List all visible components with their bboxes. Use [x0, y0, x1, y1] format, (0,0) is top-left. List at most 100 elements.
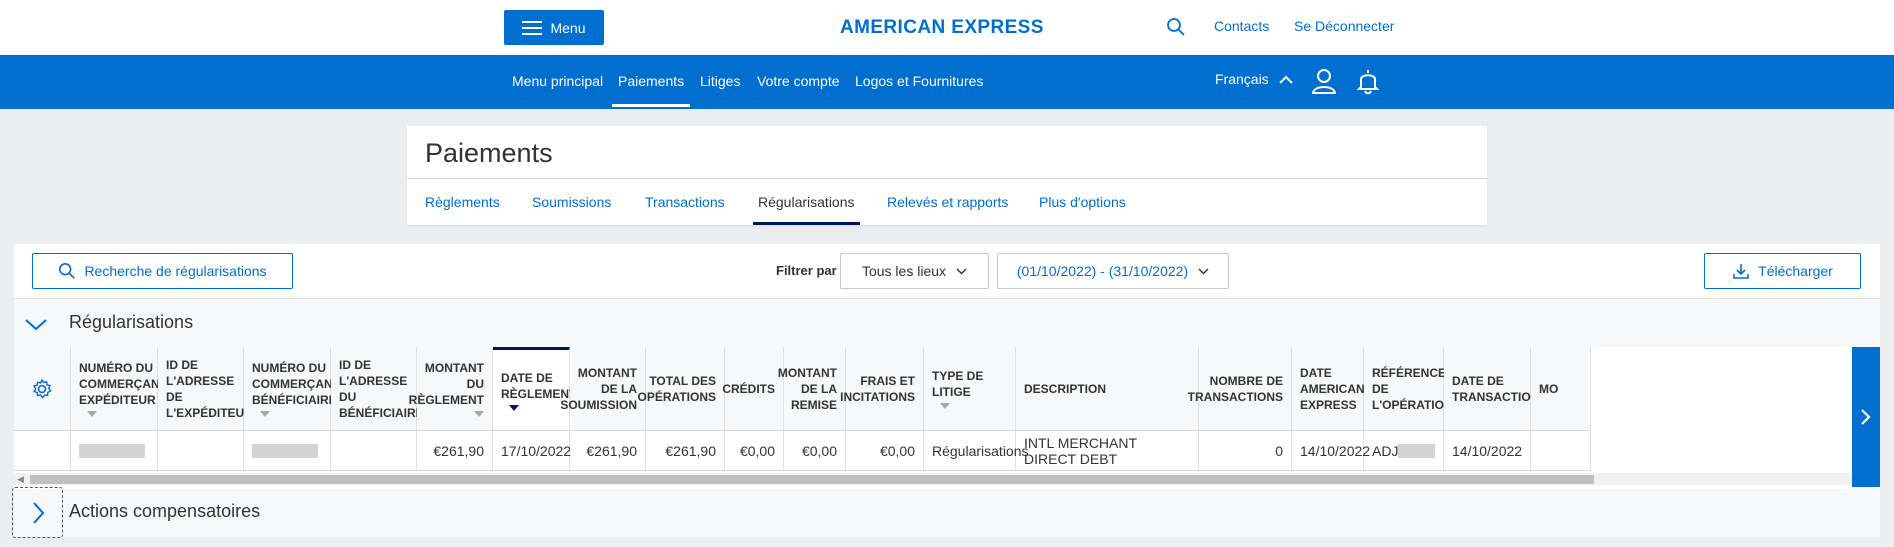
location-select[interactable]: Tous les lieux — [840, 253, 989, 289]
table-cell-credits: €0,00 — [725, 431, 784, 471]
column-header-settlement-amount[interactable]: Montant du règlement — [409, 347, 493, 431]
contacts-link[interactable]: Contacts — [1214, 18, 1269, 34]
table-cell-settlement-date: 17/10/2022 — [493, 431, 571, 471]
table-cell-beneficiary-address-id — [331, 431, 417, 471]
redacted-value — [79, 443, 145, 458]
nav-item-menu-principal[interactable]: Menu principal — [512, 73, 603, 89]
column-header-beneficiary-merchant[interactable]: Numéro du commerçant bénéficiaire — [244, 347, 340, 431]
table-cell-submission-amount: €261,90 — [570, 431, 646, 471]
user-icon[interactable] — [1310, 67, 1338, 95]
section-title: Régularisations — [69, 312, 194, 332]
sort-triangle-icon — [260, 411, 270, 417]
top-header: Menu AMERICAN EXPRESS Contacts Se Déconn… — [0, 0, 1894, 55]
horizontal-scrollbar[interactable]: ◀ — [14, 473, 1862, 485]
divider — [407, 178, 1487, 179]
scrollbar-thumb[interactable] — [30, 475, 1594, 484]
tab-regularisations[interactable]: Régularisations — [753, 194, 859, 225]
column-header-fees[interactable]: Frais et incitations — [840, 347, 924, 431]
bell-icon[interactable] — [1354, 67, 1382, 95]
chevron-up-icon — [1278, 75, 1293, 85]
column-header-credits[interactable]: Crédits — [722, 347, 784, 431]
logout-link[interactable]: Se Déconnecter — [1294, 18, 1394, 34]
column-header-label: Numéro du commerçant expéditeur — [79, 361, 167, 407]
table-cell-sender-address-id — [158, 431, 244, 471]
column-header-operation-reference[interactable]: Référence de l'opération — [1364, 347, 1453, 431]
sort-triangle-icon — [87, 411, 97, 417]
location-select-value: Tous les lieux — [861, 263, 947, 279]
tab-plus-options[interactable]: Plus d'options — [1039, 194, 1126, 210]
download-button[interactable]: Télécharger — [1704, 253, 1861, 289]
column-header-sender-address-id[interactable]: ID de l'adresse de l'expéditeur — [158, 347, 253, 431]
nav-item-paiements[interactable]: Paiements — [611, 73, 691, 107]
column-header-label: ID de l'adresse de l'expéditeur — [166, 357, 253, 420]
scroll-left-icon[interactable]: ◀ — [17, 474, 24, 485]
column-header-amex-date[interactable]: Date American Express — [1292, 347, 1365, 431]
column-header-label: Montant de la soumission — [560, 365, 638, 412]
download-button-label: Télécharger — [1758, 263, 1833, 279]
sort-desc-icon — [509, 404, 519, 411]
table-cell-sender-merchant — [71, 431, 158, 471]
column-header-label: Date de transaction — [1452, 373, 1540, 404]
chevron-down-icon[interactable] — [23, 311, 49, 337]
page-title: Paiements — [425, 138, 553, 168]
table-cell-dispute-type: Régularisations — [924, 431, 1029, 471]
chevron-right-icon[interactable] — [25, 500, 51, 526]
menu-button-label: Menu — [550, 19, 586, 36]
amex-logo[interactable]: AMERICAN EXPRESS — [840, 17, 1044, 39]
table-cell-description: INTL MERCHANT DIRECT DEBT — [1016, 431, 1199, 471]
sort-triangle-icon — [474, 411, 484, 417]
column-header-transaction-date[interactable]: Date de transaction — [1444, 347, 1539, 431]
date-range-value: (01/10/2022) - (31/10/2022) — [1016, 263, 1189, 279]
column-header-label: Crédits — [722, 381, 775, 396]
table-cell-settlement-amount: €261,90 — [417, 431, 493, 471]
column-header-dispute-type[interactable]: Type de litige — [924, 347, 1016, 431]
payments-card: Paiements Règlements Soumissions Transac… — [407, 126, 1487, 225]
settings-header-cell — [14, 347, 71, 431]
column-header-truncated[interactable]: Mo — [1531, 347, 1591, 431]
download-icon — [1733, 264, 1749, 279]
column-header-total-operations[interactable]: Total des opérations — [638, 347, 725, 431]
language-label: Français — [1215, 71, 1269, 87]
column-header-description[interactable]: Description — [1016, 347, 1199, 431]
redacted-value — [252, 443, 318, 458]
chevron-right-icon — [1861, 409, 1871, 425]
section-title: Actions compensatoires — [69, 501, 261, 521]
column-header-label: Type de litige — [932, 369, 984, 399]
search-button-label: Recherche de régularisations — [84, 263, 267, 279]
column-header-discount-amount[interactable]: Montant de la remise — [778, 347, 846, 431]
table-cell-discount-amount: €0,00 — [784, 431, 846, 471]
tab-reglements[interactable]: Règlements — [425, 194, 500, 210]
regularisations-section-header[interactable]: Régularisations — [14, 298, 1880, 347]
table-cell-operation-reference: ADJ — [1364, 431, 1444, 471]
sort-triangle-icon — [940, 403, 950, 409]
column-header-beneficiary-address-id[interactable]: ID de l'adresse du bénéficiaire — [331, 347, 424, 431]
column-header-sender-merchant[interactable]: Numéro du commerçant expéditeur — [71, 347, 167, 431]
hamburger-icon — [522, 20, 543, 35]
filter-label: Filtrer par — [776, 263, 837, 278]
language-selector[interactable]: Français — [1215, 71, 1293, 87]
compensatory-actions-section-header[interactable]: Actions compensatoires — [12, 487, 1880, 538]
nav-item-litiges[interactable]: Litiges — [700, 73, 740, 89]
table-cell-total-operations: €261,90 — [646, 431, 725, 471]
table-cell-truncated — [1531, 431, 1591, 471]
column-header-label: Montant du règlement — [408, 361, 485, 407]
table-cell-transaction-date: 14/10/2022 — [1444, 431, 1531, 471]
gear-icon[interactable] — [31, 378, 53, 400]
nav-item-logos-fournitures[interactable]: Logos et Fournitures — [855, 73, 983, 89]
column-header-label: Date American Express — [1300, 365, 1365, 412]
tab-soumissions[interactable]: Soumissions — [532, 194, 611, 210]
search-icon[interactable] — [1166, 17, 1186, 37]
column-header-label: Nombre de transactions — [1187, 373, 1283, 404]
tab-transactions[interactable]: Transactions — [645, 194, 725, 210]
scroll-right-button[interactable] — [1852, 347, 1880, 487]
column-header-submission-amount[interactable]: Montant de la soumission — [560, 347, 646, 431]
date-range-select[interactable]: (01/10/2022) - (31/10/2022) — [997, 253, 1229, 289]
menu-button[interactable]: Menu — [504, 10, 604, 45]
column-header-transaction-count[interactable]: Nombre de transactions — [1188, 347, 1292, 431]
search-adjustments-button[interactable]: Recherche de régularisations — [32, 253, 293, 289]
column-header-label: Frais et incitations — [840, 373, 916, 404]
chevron-down-icon — [956, 268, 967, 274]
nav-item-votre-compte[interactable]: Votre compte — [757, 73, 840, 89]
tab-releves-rapports[interactable]: Relevés et rapports — [887, 194, 1008, 210]
column-header-settlement-date[interactable]: Date de règlement — [493, 347, 576, 431]
